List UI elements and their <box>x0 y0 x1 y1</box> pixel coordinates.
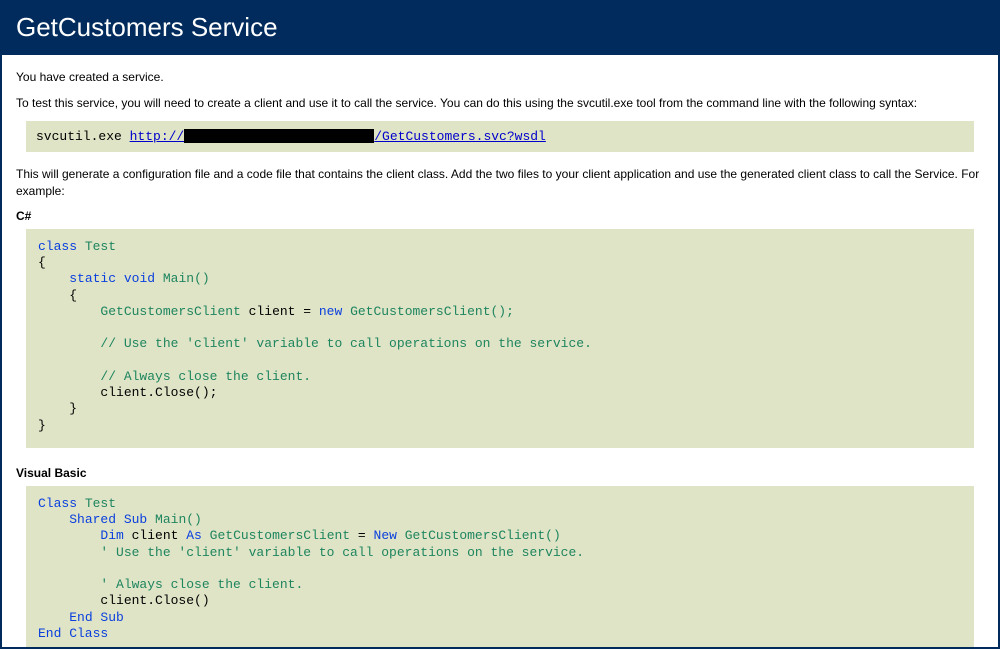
page-frame: GetCustomers Service You have created a … <box>0 0 1000 649</box>
link-suffix: /GetCustomers.svc?wsdl <box>374 129 546 144</box>
text: client = <box>241 304 319 319</box>
page-title: GetCustomers Service <box>16 12 984 43</box>
close-call: client.Close() <box>38 593 210 608</box>
kw-dim: Dim <box>100 528 123 543</box>
kw-static: static <box>69 271 116 286</box>
kw-class: Class <box>38 496 77 511</box>
comment-always: ' Always close the client. <box>38 577 303 592</box>
wsdl-link[interactable]: http:// /GetCustomers.svc?wsdl <box>130 129 546 144</box>
kw-shared-sub: Shared Sub <box>69 512 147 527</box>
cmd-prefix: svcutil.exe <box>36 129 130 144</box>
ctor: GetCustomersClient(); <box>342 304 514 319</box>
redacted-host <box>184 129 374 143</box>
intro-paragraph-2: To test this service, you will need to c… <box>16 95 984 111</box>
intro-paragraph-3: This will generate a configuration file … <box>16 166 984 198</box>
type-getcustomers: GetCustomersClient <box>210 528 350 543</box>
type-test: Test <box>85 496 116 511</box>
kw-new: New <box>374 528 397 543</box>
kw-end-class: End Class <box>38 626 108 641</box>
kw-new: new <box>319 304 342 319</box>
brace: { <box>38 288 77 303</box>
intro-paragraph-1: You have created a service. <box>16 69 984 85</box>
brace: } <box>38 418 46 433</box>
brace: } <box>38 401 77 416</box>
comment-use: // Use the 'client' variable to call ope… <box>38 336 592 351</box>
text: client <box>124 528 186 543</box>
kw-end-sub: End Sub <box>69 610 124 625</box>
vb-code-block: Class Test Shared Sub Main() Dim client … <box>26 486 974 649</box>
comment-use: ' Use the 'client' variable to call oper… <box>38 545 584 560</box>
close-call: client.Close(); <box>38 385 217 400</box>
csharp-code-block: class Test { static void Main() { GetCus… <box>26 229 974 448</box>
vb-label: Visual Basic <box>16 466 984 480</box>
kw-class: class <box>38 239 77 254</box>
type-getcustomers: GetCustomersClient <box>100 304 240 319</box>
svcutil-command: svcutil.exe http:// /GetCustomers.svc?wsd… <box>26 121 974 152</box>
text: = <box>350 528 373 543</box>
header-bar: GetCustomers Service <box>2 2 998 55</box>
comment-always: // Always close the client. <box>38 369 311 384</box>
indent <box>38 304 100 319</box>
kw-void: void <box>124 271 155 286</box>
type-main: Main() <box>163 271 210 286</box>
content-area: You have created a service. To test this… <box>2 55 998 649</box>
kw-as: As <box>186 528 202 543</box>
type-test: Test <box>85 239 116 254</box>
brace: { <box>38 255 46 270</box>
csharp-label: C# <box>16 209 984 223</box>
link-prefix: http:// <box>130 129 185 144</box>
ctor: GetCustomersClient() <box>397 528 561 543</box>
type-main: Main() <box>155 512 202 527</box>
